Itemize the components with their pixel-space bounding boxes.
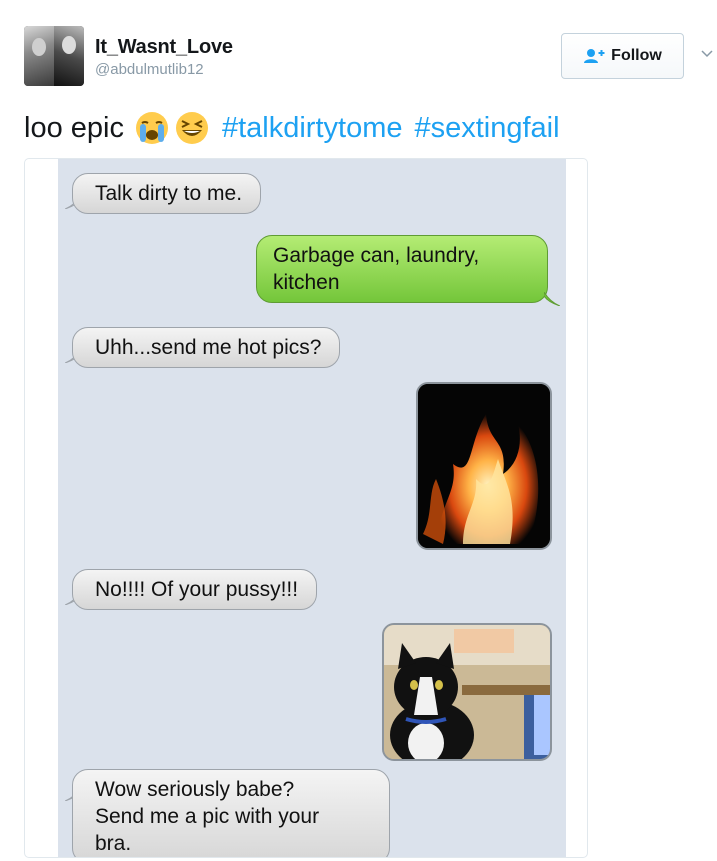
tweet-media[interactable]: Talk dirty to me. Garbage can, laundry, … xyxy=(24,158,588,858)
message-text-line: Send me a pic with your xyxy=(95,805,320,828)
incoming-message: Wow seriously babe? Send me a pic with y… xyxy=(72,769,390,857)
follow-button[interactable]: Follow xyxy=(561,33,684,79)
text-message-screenshot: Talk dirty to me. Garbage can, laundry, … xyxy=(58,159,566,857)
add-user-icon xyxy=(584,49,605,63)
incoming-message: No!!!! Of your pussy!!! xyxy=(72,569,318,610)
loudly-crying-face-emoji xyxy=(135,112,168,144)
fire-image xyxy=(418,384,550,548)
incoming-message: Uhh...send me hot pics? xyxy=(72,327,341,368)
user-handle[interactable]: @abdulmutlib12 xyxy=(95,61,204,78)
fire-photo[interactable] xyxy=(416,382,552,550)
message-text-line: Garbage can, laundry, xyxy=(273,244,480,267)
grinning-squinting-face-emoji xyxy=(175,112,208,144)
message-text: Talk dirty to me. xyxy=(95,182,243,205)
tweet-text: loo epic #talkdirtytome #sextingfail xyxy=(24,108,560,148)
tweet-text-plain: loo epic xyxy=(24,112,124,144)
follow-label: Follow xyxy=(611,47,662,64)
outgoing-message: Garbage can, laundry, kitchen xyxy=(256,235,548,303)
message-text-line: Wow seriously babe? xyxy=(95,778,295,801)
message-text-line: bra. xyxy=(95,832,132,855)
incoming-message: Talk dirty to me. xyxy=(72,173,262,214)
display-name[interactable]: It_Wasnt_Love xyxy=(95,36,233,59)
chevron-down-icon[interactable] xyxy=(700,47,714,61)
message-text: No!!!! Of your pussy!!! xyxy=(95,578,299,601)
hashtag-link[interactable]: #talkdirtytome xyxy=(222,108,403,148)
bubble-tail xyxy=(544,292,560,306)
cat-image xyxy=(384,625,550,759)
hashtag-link[interactable]: #sextingfail xyxy=(414,108,559,148)
message-text: Uhh...send me hot pics? xyxy=(95,336,322,359)
message-text-line: kitchen xyxy=(273,271,340,294)
avatar[interactable] xyxy=(24,26,84,86)
tweet-header: It_Wasnt_Love @abdulmutlib12 Follow xyxy=(0,0,717,100)
cat-photo[interactable] xyxy=(382,623,552,761)
